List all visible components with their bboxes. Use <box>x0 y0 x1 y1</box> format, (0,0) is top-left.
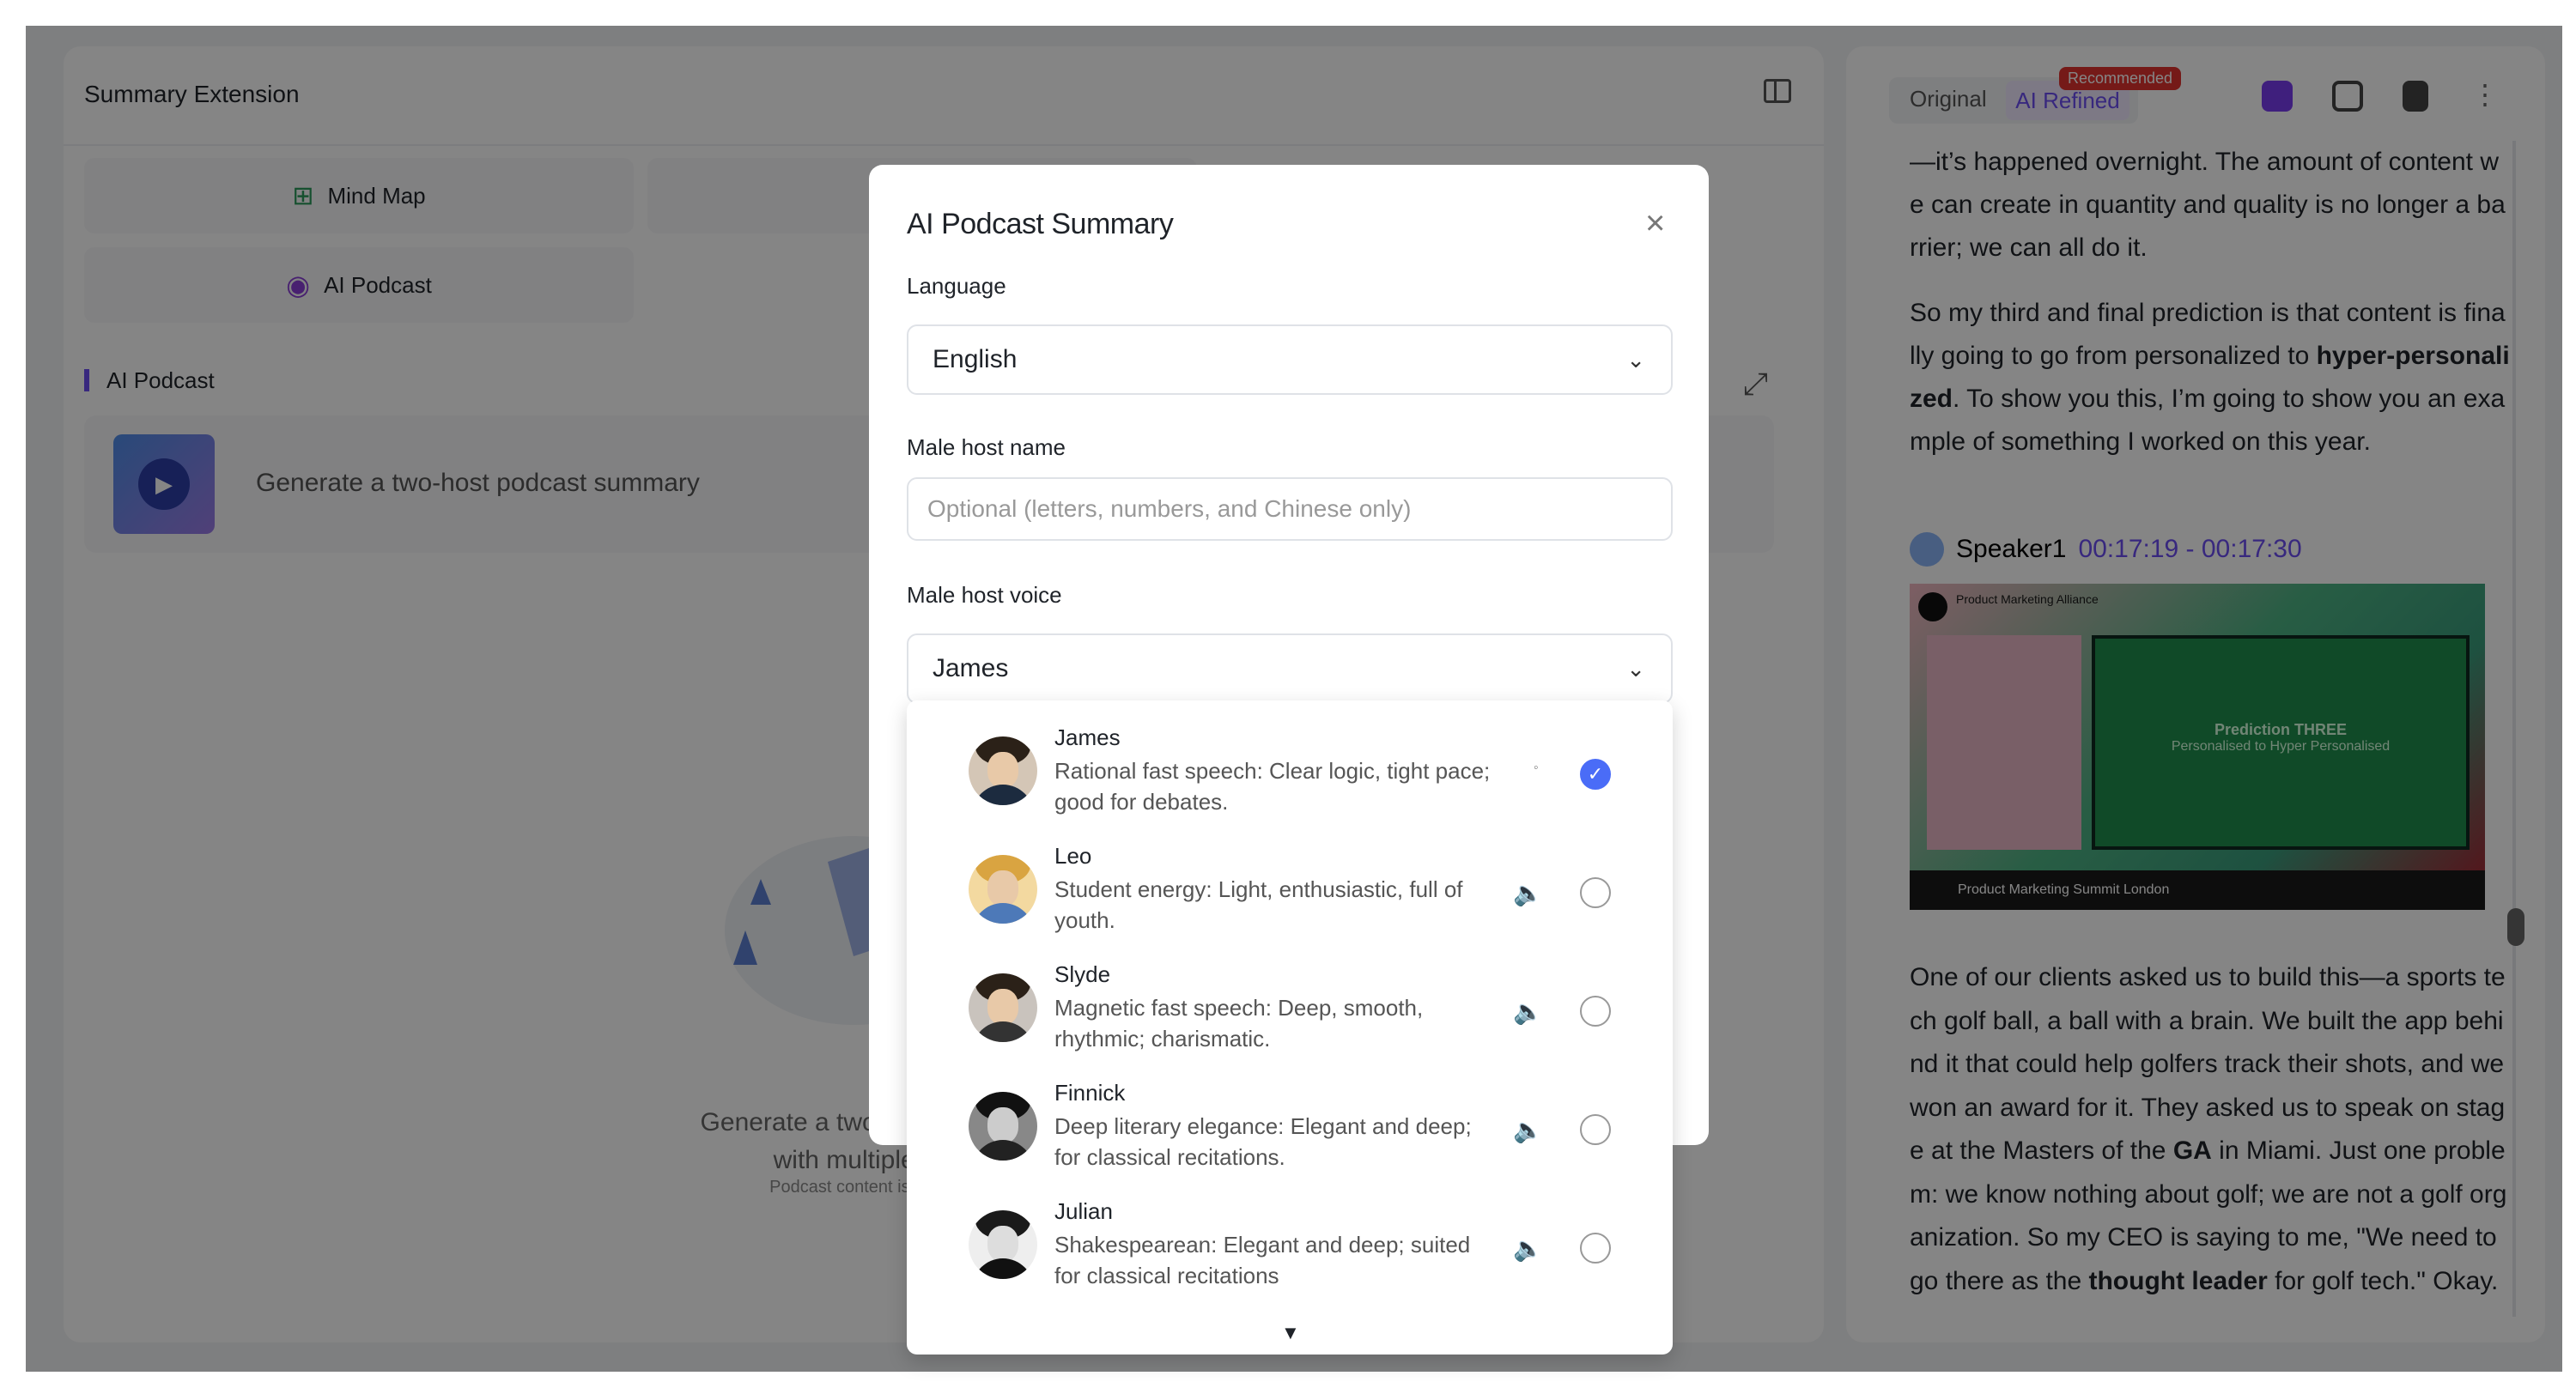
speaker-icon[interactable]: 🔈 <box>1513 997 1543 1026</box>
speaker-icon[interactable]: 🔈 <box>1513 1116 1543 1144</box>
voice-desc: Student energy: Light, enthusiastic, ful… <box>1054 876 1463 933</box>
scroll-down-arrow-icon[interactable]: ▼ <box>1281 1322 1300 1344</box>
male-host-voice-label: Male host voice <box>907 582 1062 608</box>
voice-name: Julian <box>1054 1198 1113 1224</box>
voice-option[interactable]: James Rational fast speech: Clear logic,… <box>907 700 1673 817</box>
radio-checked[interactable]: ✓ <box>1580 759 1611 790</box>
voice-name: Leo <box>1054 843 1092 869</box>
voice-option[interactable]: Julian Shakespearean: Elegant and deep; … <box>907 1174 1673 1291</box>
male-host-voice-select[interactable]: James ⌄ <box>907 633 1673 704</box>
voice-desc: Shakespearean: Elegant and deep; suited … <box>1054 1232 1471 1288</box>
voice-name: Finnick <box>1054 1080 1126 1106</box>
chevron-down-icon: ⌄ <box>1626 347 1645 373</box>
voice-desc: Rational fast speech: Clear logic, tight… <box>1054 758 1491 815</box>
avatar <box>969 736 1037 805</box>
voice-name: James <box>1054 724 1121 750</box>
voice-option[interactable]: Leo Student energy: Light, enthusiastic,… <box>907 819 1673 936</box>
language-label: Language <box>907 273 1006 299</box>
voice-desc: Magnetic fast speech: Deep, smooth, rhyt… <box>1054 995 1424 1052</box>
close-icon[interactable]: × <box>1645 206 1665 240</box>
playing-icon[interactable]: ◦ <box>1534 761 1539 776</box>
avatar <box>969 1210 1037 1279</box>
voice-value: James <box>933 654 1009 682</box>
avatar <box>969 973 1037 1042</box>
chevron-down-icon: ⌄ <box>1626 656 1645 682</box>
speaker-icon[interactable]: 🔈 <box>1513 879 1543 907</box>
radio-button[interactable] <box>1580 1233 1611 1264</box>
avatar <box>969 1092 1037 1161</box>
voice-desc: Deep literary elegance: Elegant and deep… <box>1054 1113 1472 1170</box>
voice-dropdown: James Rational fast speech: Clear logic,… <box>907 700 1673 1355</box>
male-host-name-input[interactable]: Optional (letters, numbers, and Chinese … <box>907 477 1673 541</box>
language-value: English <box>933 345 1018 373</box>
voice-name: Slyde <box>1054 961 1111 987</box>
radio-button[interactable] <box>1580 1114 1611 1145</box>
modal-title: AI Podcast Summary <box>907 208 1174 240</box>
voice-option[interactable]: Slyde Magnetic fast speech: Deep, smooth… <box>907 937 1673 1054</box>
radio-button[interactable] <box>1580 996 1611 1027</box>
language-select[interactable]: English ⌄ <box>907 324 1673 395</box>
speaker-icon[interactable]: 🔈 <box>1513 1234 1543 1263</box>
male-host-name-label: Male host name <box>907 434 1066 460</box>
input-placeholder: Optional (letters, numbers, and Chinese … <box>927 495 1412 522</box>
avatar <box>969 855 1037 924</box>
radio-button[interactable] <box>1580 877 1611 908</box>
voice-option[interactable]: Finnick Deep literary elegance: Elegant … <box>907 1056 1673 1173</box>
